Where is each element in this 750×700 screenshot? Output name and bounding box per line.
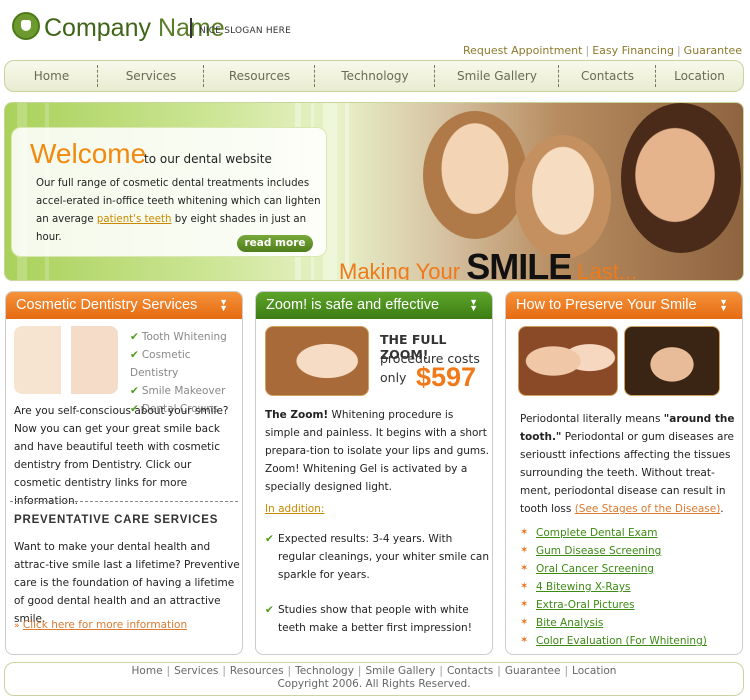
smiling-woman-photo <box>624 326 720 396</box>
top-link-request-appointment[interactable]: Request Appointment <box>463 44 583 57</box>
more-info-link[interactable]: Click here for more information <box>23 619 187 631</box>
patients-teeth-link[interactable]: patient's teeth <box>97 214 172 225</box>
zoom-check-item: Studies show that people with white teet… <box>265 601 491 637</box>
company-name-first: Company <box>44 14 151 42</box>
zoom-check-item: Expected results: 3-4 years. With regula… <box>265 530 491 584</box>
top-link-guarantee[interactable]: Guarantee <box>684 44 742 57</box>
nav-item-resources[interactable]: Resources <box>204 61 315 91</box>
footer-link-services[interactable]: Services <box>174 665 218 677</box>
periodontal-text: Periodontal literally means "around the … <box>520 413 735 515</box>
footer-link-technology[interactable]: Technology <box>295 665 354 677</box>
zoom-text: The Zoom! Whitening procedure is simple … <box>265 409 489 493</box>
checklist-item[interactable]: Smile Makeover <box>130 382 242 400</box>
nav-item-services[interactable]: Services <box>98 61 204 91</box>
smiling-woman-photo <box>423 111 527 239</box>
nav-item-smile-gallery[interactable]: Smile Gallery <box>435 61 559 91</box>
company-logo-icon[interactable] <box>12 12 40 40</box>
list-item[interactable]: Gum Disease Screening <box>520 542 707 560</box>
footer-link-smile-gallery[interactable]: Smile Gallery <box>365 665 435 677</box>
footer-link-contacts[interactable]: Contacts <box>447 665 493 677</box>
nav-item-location[interactable]: Location <box>656 61 743 91</box>
zoom-photo <box>265 326 369 396</box>
divider <box>10 501 238 502</box>
nav-item-technology[interactable]: Technology <box>315 61 435 91</box>
welcome-subtitle: to our dental website <box>144 152 272 166</box>
list-item[interactable]: 4 Bitewing X-Rays <box>520 578 707 596</box>
top-link-easy-financing[interactable]: Easy Financing <box>592 44 674 57</box>
double-chevron-down-icon[interactable]: ▼ ▼ <box>219 298 228 313</box>
slogan-divider <box>190 18 192 38</box>
main-nav: Home Services Resources Technology Smile… <box>4 60 744 92</box>
footer-link-guarantee[interactable]: Guarantee <box>505 665 561 677</box>
preventative-title: PREVENTATIVE CARE SERVICES <box>14 514 219 526</box>
footer-link-resources[interactable]: Resources <box>230 665 284 677</box>
panel-title[interactable]: How to Preserve Your Smile ▼ ▼ <box>506 292 742 319</box>
more-info-link-row: » Click here for more information <box>14 619 187 631</box>
slogan: NICE SLOGAN HERE <box>199 26 292 36</box>
cosmetic-photo <box>14 326 118 394</box>
zoom-panel: Zoom! is safe and effective ▼ ▼ THE FULL Z… <box>255 291 493 655</box>
panel-title[interactable]: Cosmetic Dentistry Services ▼ ▼ <box>6 292 242 319</box>
panel-title[interactable]: Zoom! is safe and effective ▼ ▼ <box>256 292 492 319</box>
smiling-woman-photo <box>621 103 741 253</box>
family-photo <box>518 326 618 396</box>
preserve-smile-panel: How to Preserve Your Smile ▼ ▼ Periodontal… <box>505 291 743 655</box>
footer-link-location[interactable]: Location <box>572 665 616 677</box>
nav-item-home[interactable]: Home <box>5 61 98 91</box>
list-item[interactable]: Complete Dental Exam <box>520 524 707 542</box>
checklist-item[interactable]: Tooth Whitening <box>130 328 242 346</box>
list-item[interactable]: Bite Analysis <box>520 614 707 632</box>
zoom-price: $597 <box>416 362 477 392</box>
banner-tagline: Making Your SMILE Last... <box>339 246 638 281</box>
cosmetic-text: Are you self-conscious about your smile?… <box>14 405 229 507</box>
exam-list: Complete Dental Exam Gum Disease Screeni… <box>520 524 707 650</box>
footer-links: Home | Services | Resources | Technology | Smile… <box>131 665 617 677</box>
top-links: Request Appointment | Easy Financing | Guara… <box>462 44 742 57</box>
list-item[interactable]: Color Evaluation (For Whitening) <box>520 632 707 650</box>
zoom-only: only <box>380 370 407 385</box>
list-item[interactable]: Extra-Oral Pictures <box>520 596 707 614</box>
hero-banner: Welcome to our dental website Our full r… <box>4 102 744 281</box>
in-addition-link[interactable]: In addition: <box>265 503 324 515</box>
double-chevron-down-icon[interactable]: ▼ ▼ <box>719 298 728 313</box>
nav-item-contacts[interactable]: Contacts <box>559 61 656 91</box>
footer-link-home[interactable]: Home <box>132 665 163 677</box>
double-chevron-down-icon[interactable]: ▼ ▼ <box>469 298 478 313</box>
preventative-text: Want to make your dental health and attr… <box>14 541 240 625</box>
stages-link[interactable]: (See Stages of the Disease) <box>575 503 721 515</box>
welcome-title: Welcome <box>30 138 147 169</box>
read-more-button[interactable]: read more <box>237 235 313 252</box>
company-name[interactable]: Company Name <box>44 14 225 43</box>
list-item[interactable]: Oral Cancer Screening <box>520 560 707 578</box>
copyright: Copyright 2006. All Rights Reserved. <box>277 678 471 690</box>
cosmetic-dentistry-panel: Cosmetic Dentistry Services▼▼ Tooth Whit… <box>5 291 243 655</box>
footer: Home | Services | Resources | Technology | Smile… <box>4 662 744 696</box>
double-arrow-icon: » <box>14 621 20 631</box>
checklist-item[interactable]: Cosmetic Dentistry <box>130 346 242 382</box>
smiling-woman-photo <box>515 135 611 259</box>
